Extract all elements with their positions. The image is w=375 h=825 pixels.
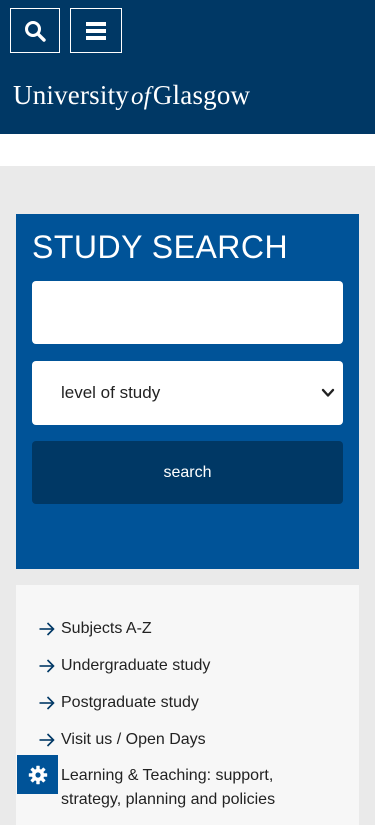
search-icon: [25, 20, 46, 42]
brand-glasgow: Glasgow: [152, 80, 251, 110]
arrow-right-icon: [39, 659, 55, 673]
quick-link-label: Postgraduate study: [61, 694, 199, 711]
study-search-input[interactable]: [32, 281, 343, 344]
chevron-down-icon: [321, 388, 335, 397]
quick-link-postgraduate-study[interactable]: Postgraduate study: [34, 691, 334, 715]
search-button-label: search: [163, 463, 212, 481]
quick-link-label: Undergraduate study: [61, 657, 211, 674]
quick-links-panel: Subjects A-Z Undergraduate study Postgra…: [16, 585, 359, 825]
quick-link-undergraduate-study[interactable]: Undergraduate study: [34, 654, 334, 678]
search-button[interactable]: [10, 8, 60, 53]
study-search-title: STUDY SEARCH: [32, 229, 289, 265]
university-logo[interactable]: UniversityofGlasgow: [13, 80, 250, 112]
arrow-right-icon: [39, 733, 55, 747]
site-header: UniversityofGlasgow: [0, 0, 375, 134]
level-of-study-select[interactable]: level of study: [32, 361, 343, 425]
quick-link-label: Visit us / Open Days: [61, 731, 206, 748]
arrow-right-icon: [39, 622, 55, 636]
quick-link-label: Subjects A-Z: [61, 620, 152, 637]
quick-link-learning-teaching[interactable]: Learning & Teaching: support, strategy, …: [34, 764, 334, 812]
quick-link-visit-us-open-days[interactable]: Visit us / Open Days: [34, 728, 334, 752]
quick-link-subjects-a-z[interactable]: Subjects A-Z: [34, 617, 334, 641]
hamburger-menu-icon: [86, 21, 106, 40]
cookie-settings-button[interactable]: [17, 755, 58, 794]
arrow-right-icon: [39, 696, 55, 710]
gear-icon: [28, 765, 47, 784]
header-spacer: [0, 134, 375, 166]
search-submit-button[interactable]: search: [32, 441, 343, 504]
menu-button[interactable]: [70, 8, 122, 53]
quick-link-label: Learning & Teaching: support, strategy, …: [61, 767, 276, 808]
study-search-panel: STUDY SEARCH level of study search: [16, 214, 359, 569]
brand-university: University: [13, 80, 129, 110]
level-of-study-value: level of study: [61, 383, 161, 402]
brand-of: of: [131, 83, 151, 110]
